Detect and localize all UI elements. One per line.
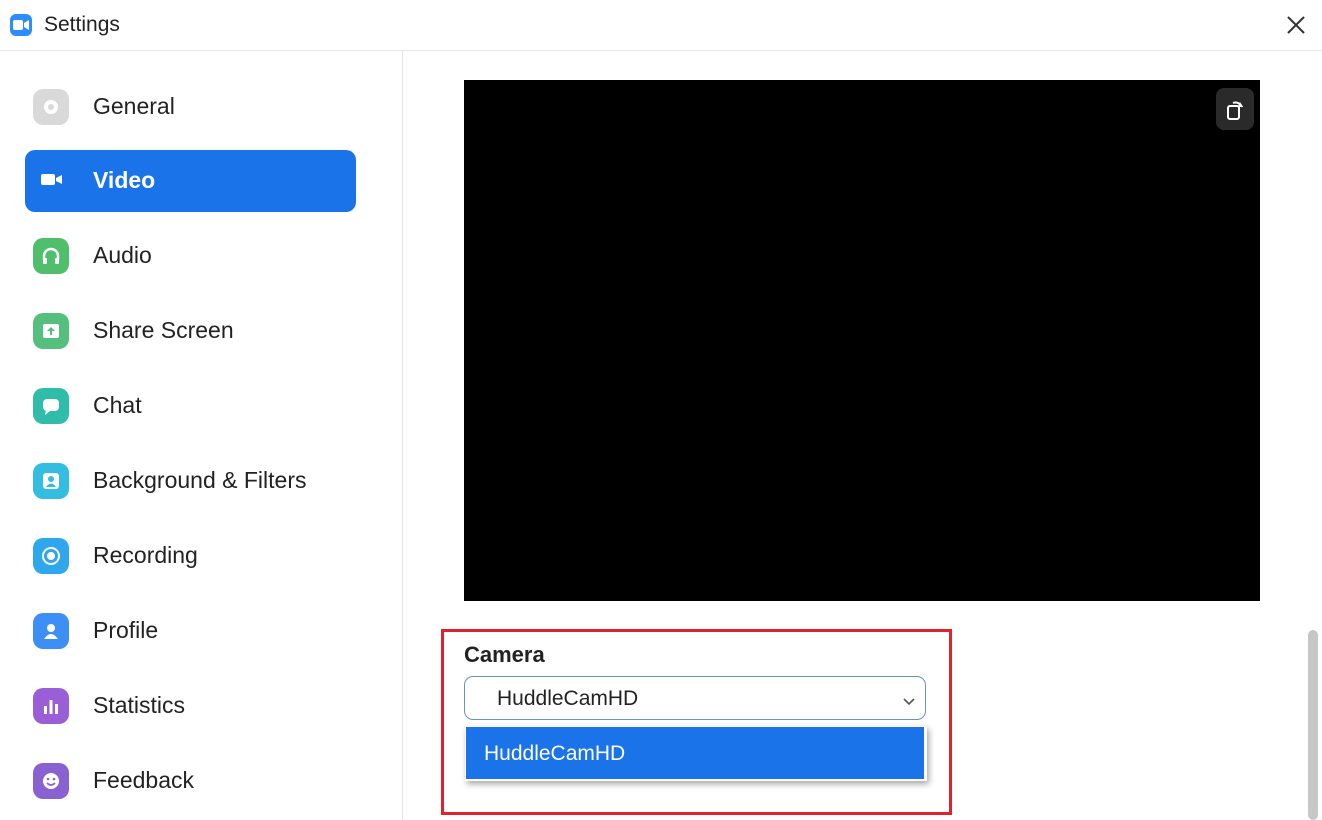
sidebar-item-label: Video xyxy=(93,167,156,193)
sidebar-item-label: Audio xyxy=(93,242,152,268)
sidebar-item-label: Recording xyxy=(93,542,198,568)
sidebar-item-background-filters[interactable]: Background & Filters xyxy=(25,450,356,512)
sidebar-item-label: Background & Filters xyxy=(93,467,307,493)
camera-option[interactable]: HuddleCamHD xyxy=(466,727,924,779)
scrollbar[interactable] xyxy=(1308,630,1318,820)
camera-label: Camera xyxy=(464,642,545,667)
close-icon[interactable] xyxy=(1282,11,1310,39)
sidebar-item-label: General xyxy=(93,93,175,119)
sidebar-item-audio[interactable]: Audio xyxy=(25,225,356,287)
video-camera-icon xyxy=(10,14,32,36)
video-camera-icon xyxy=(33,163,69,199)
sidebar-item-chat[interactable]: Chat xyxy=(25,375,356,437)
sidebar-item-profile[interactable]: Profile xyxy=(25,600,356,662)
sidebar-item-label: Share Screen xyxy=(93,317,234,343)
profile-icon xyxy=(33,613,69,649)
camera-select[interactable]: HuddleCamHD xyxy=(464,676,926,720)
feedback-icon xyxy=(33,763,69,799)
gear-icon xyxy=(33,89,69,125)
camera-selected-value: HuddleCamHD xyxy=(497,687,639,710)
sidebar-item-recording[interactable]: Recording xyxy=(25,525,356,587)
background-icon xyxy=(33,463,69,499)
sidebar-item-share-screen[interactable]: Share Screen xyxy=(25,300,356,362)
sidebar-item-video[interactable]: Video xyxy=(25,150,356,212)
statistics-icon xyxy=(33,688,69,724)
sidebar-item-general[interactable]: General xyxy=(25,76,356,138)
camera-option-label: HuddleCamHD xyxy=(484,742,626,765)
chat-icon xyxy=(33,388,69,424)
sidebar-item-feedback[interactable]: Feedback xyxy=(25,750,356,812)
sidebar-item-label: Chat xyxy=(93,392,142,418)
rotate-icon[interactable] xyxy=(1216,88,1254,130)
record-icon xyxy=(33,538,69,574)
share-screen-icon xyxy=(33,313,69,349)
headphones-icon xyxy=(33,238,69,274)
sidebar-item-label: Feedback xyxy=(93,767,195,793)
chevron-down-icon xyxy=(903,693,915,711)
title-bar: Settings xyxy=(0,0,1322,51)
sidebar-item-label: Profile xyxy=(93,617,159,643)
camera-dropdown: HuddleCamHD xyxy=(465,726,927,781)
window-title: Settings xyxy=(44,13,120,36)
sidebar-item-label: Statistics xyxy=(93,692,186,718)
settings-sidebar: General Video Audio Share Screen Chat Ba… xyxy=(0,51,403,820)
sidebar-item-statistics[interactable]: Statistics xyxy=(25,675,356,737)
video-preview xyxy=(464,80,1260,601)
